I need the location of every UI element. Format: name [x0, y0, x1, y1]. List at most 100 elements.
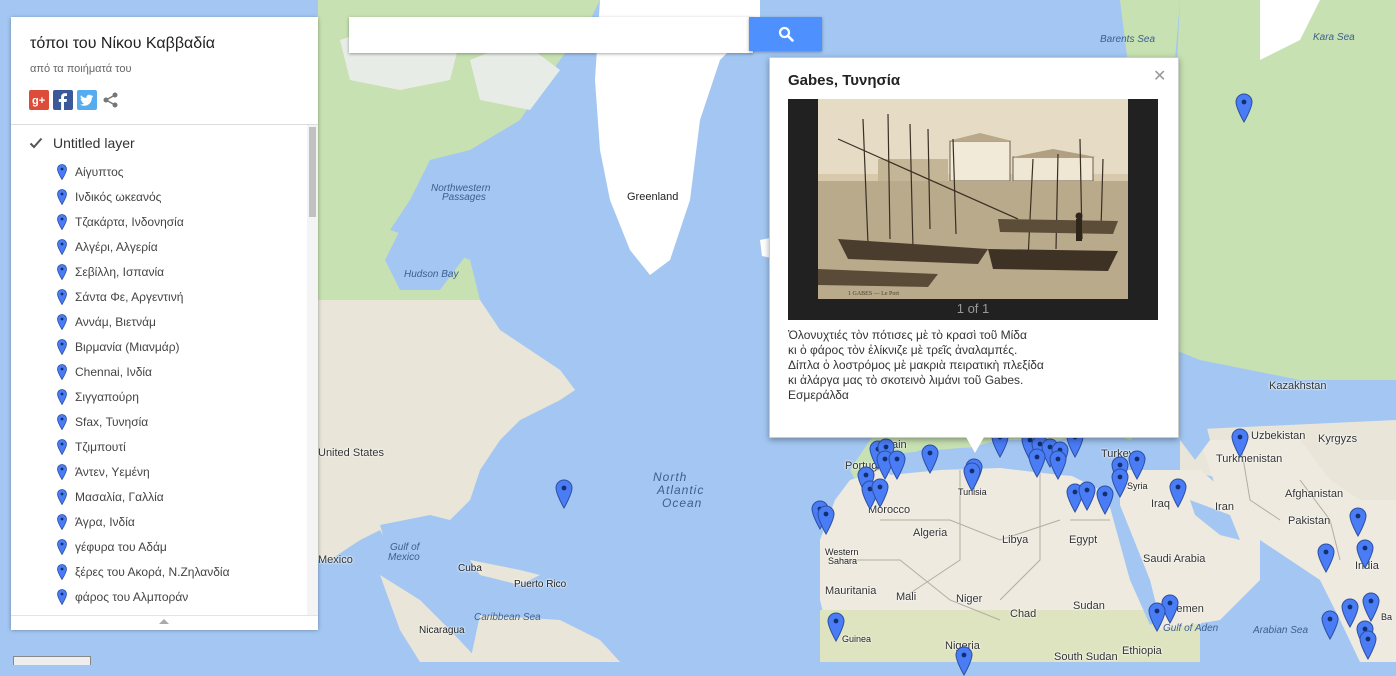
place-item[interactable]: Ινδικός ωκεανός	[57, 187, 161, 207]
marker-icon	[57, 389, 67, 405]
place-marker-icon[interactable]	[1317, 543, 1335, 573]
layer-checkbox-icon[interactable]	[29, 136, 43, 150]
label-mexico: Mexico	[318, 554, 353, 566]
marker-icon	[57, 314, 67, 330]
marker-icon	[57, 564, 67, 580]
photo-viewer[interactable]: 1 GABES — Le Port 1 of 1	[788, 99, 1158, 320]
info-window-pointer	[966, 437, 984, 453]
place-marker-icon[interactable]	[1078, 481, 1096, 511]
place-marker-icon[interactable]	[1231, 428, 1249, 458]
place-marker-icon[interactable]	[1128, 450, 1146, 480]
label-syria: Syria	[1127, 481, 1148, 491]
place-marker-icon[interactable]	[1111, 468, 1129, 498]
place-item[interactable]: Σεβίλλη, Ισπανία	[57, 262, 164, 282]
place-marker-icon[interactable]	[555, 479, 573, 509]
label-ba: Ba	[1381, 612, 1393, 622]
place-label: Τζιμπουτί	[75, 440, 126, 454]
close-icon[interactable]: ✕	[1153, 66, 1166, 86]
place-label: ξέρες του Ακορά, Ν.Ζηλανδία	[75, 565, 230, 579]
place-item[interactable]: γέφυρα του Αδάμ	[57, 537, 167, 557]
info-text-line: κι ἀλάργα μας τὸ σκοτεινὸ λιμάνι τοῦ Gab…	[788, 373, 1024, 387]
place-marker-icon[interactable]	[888, 450, 906, 480]
facebook-icon[interactable]	[53, 90, 73, 110]
label-uzbekistan: Uzbekistan	[1251, 430, 1306, 442]
map-title: τόποι του Νίκου Καββαδία	[30, 35, 215, 52]
google-plus-icon[interactable]: g+	[29, 90, 49, 110]
scrollbar-thumb[interactable]	[309, 127, 316, 217]
place-item[interactable]: Σιγγαπούρη	[57, 387, 139, 407]
marker-icon	[57, 239, 67, 255]
marker-icon	[57, 489, 67, 505]
place-item[interactable]: Sfax, Τυνησία	[57, 412, 148, 432]
place-marker-icon[interactable]	[1362, 592, 1380, 622]
place-label: Αίγυπτος	[75, 165, 124, 179]
place-item[interactable]: Chennai, Ινδία	[57, 362, 152, 382]
place-marker-icon[interactable]	[963, 462, 981, 492]
place-marker-icon[interactable]	[1235, 93, 1253, 123]
place-marker-icon[interactable]	[1356, 539, 1374, 569]
label-puerto-rico: Puerto Rico	[514, 579, 567, 590]
place-marker-icon[interactable]	[1321, 610, 1339, 640]
label-gulf-of-aden: Gulf of Aden	[1163, 623, 1219, 634]
collapse-panel-icon[interactable]	[159, 619, 169, 624]
label-iran: Iran	[1215, 501, 1234, 513]
label-united-states: United States	[318, 447, 385, 459]
label-chad: Chad	[1010, 608, 1037, 620]
place-item[interactable]: Σάντα Φε, Αργεντινή	[57, 287, 183, 307]
marker-icon	[57, 289, 67, 305]
place-item[interactable]: Τζιμπουτί	[57, 437, 126, 457]
info-window-text: Ὀλονυχτιές τὸν πότισες μὲ τὸ κρασὶ τοῦ Μ…	[788, 328, 1158, 403]
place-marker-icon[interactable]	[827, 612, 845, 642]
place-marker-icon[interactable]	[955, 646, 973, 676]
label-sudan: Sudan	[1073, 600, 1105, 612]
place-item[interactable]: Αίγυπτος	[57, 162, 124, 182]
layer-header[interactable]: Untitled layer	[29, 133, 135, 153]
twitter-icon[interactable]	[77, 90, 97, 110]
marker-icon	[57, 464, 67, 480]
place-marker-icon[interactable]	[1028, 448, 1046, 478]
place-marker-icon[interactable]	[871, 478, 889, 508]
place-item[interactable]: Άντεν, Υεμένη	[57, 462, 150, 482]
marker-icon	[57, 414, 67, 430]
place-marker-icon[interactable]	[1359, 630, 1377, 660]
place-marker-icon[interactable]	[1148, 602, 1166, 632]
harbor-photo[interactable]: 1 GABES — Le Port	[818, 99, 1128, 299]
marker-icon	[57, 339, 67, 355]
place-label: Τζακάρτα, Ινδονησία	[75, 215, 184, 229]
label-guinea: Guinea	[842, 634, 872, 644]
info-text-line: Δίπλα ὁ λοστρόμος μὲ μακριὰ πειρατικὴ πλ…	[788, 358, 1044, 372]
place-marker-icon[interactable]	[1169, 478, 1187, 508]
place-label: Μασαλία, Γαλλία	[75, 490, 164, 504]
place-item[interactable]: φάρος του Αλμποράν	[57, 587, 188, 607]
place-item[interactable]: Αννάμ, Βιετνάμ	[57, 312, 156, 332]
search-input[interactable]	[349, 17, 753, 53]
search-button[interactable]	[749, 17, 822, 51]
label-turkmenistan: Turkmenistan	[1216, 453, 1283, 465]
marker-icon	[57, 164, 67, 180]
label-caribbean-sea: Caribbean Sea	[474, 612, 541, 623]
place-marker-icon[interactable]	[1049, 450, 1067, 480]
search-icon	[778, 26, 794, 42]
label-kazakhstan: Kazakhstan	[1269, 380, 1327, 392]
place-label: γέφυρα του Αδάμ	[75, 540, 167, 554]
label-barents-sea: Barents Sea	[1100, 34, 1156, 45]
share-icon[interactable]	[101, 90, 121, 110]
place-marker-icon[interactable]	[817, 505, 835, 535]
place-item[interactable]: Μασαλία, Γαλλία	[57, 487, 164, 507]
place-item[interactable]: Αλγέρι, Αλγερία	[57, 237, 158, 257]
label-afghanistan: Afghanistan	[1285, 488, 1344, 500]
place-marker-icon[interactable]	[1349, 507, 1367, 537]
label-nw-passages-2: Passages	[442, 192, 486, 203]
place-item[interactable]: Βιρμανία (Μιανμάρ)	[57, 337, 180, 357]
place-item[interactable]: ξέρες του Ακορά, Ν.Ζηλανδία	[57, 562, 230, 582]
info-window-title: Gabes, Τυνησία	[788, 72, 901, 89]
label-libya: Libya	[1002, 534, 1029, 546]
place-item[interactable]: Τζακάρτα, Ινδονησία	[57, 212, 184, 232]
place-label: Σεβίλλη, Ισπανία	[75, 265, 165, 279]
map-legend-panel: τόποι του Νίκου Καββαδία από τα ποιήματά…	[11, 17, 318, 630]
place-label: Ινδικός ωκεανός	[75, 190, 162, 204]
place-marker-icon[interactable]	[921, 444, 939, 474]
place-label: Σάντα Φε, Αργεντινή	[75, 290, 184, 304]
place-item[interactable]: Άγρα, Ινδία	[57, 512, 135, 532]
label-niger: Niger	[956, 593, 983, 605]
